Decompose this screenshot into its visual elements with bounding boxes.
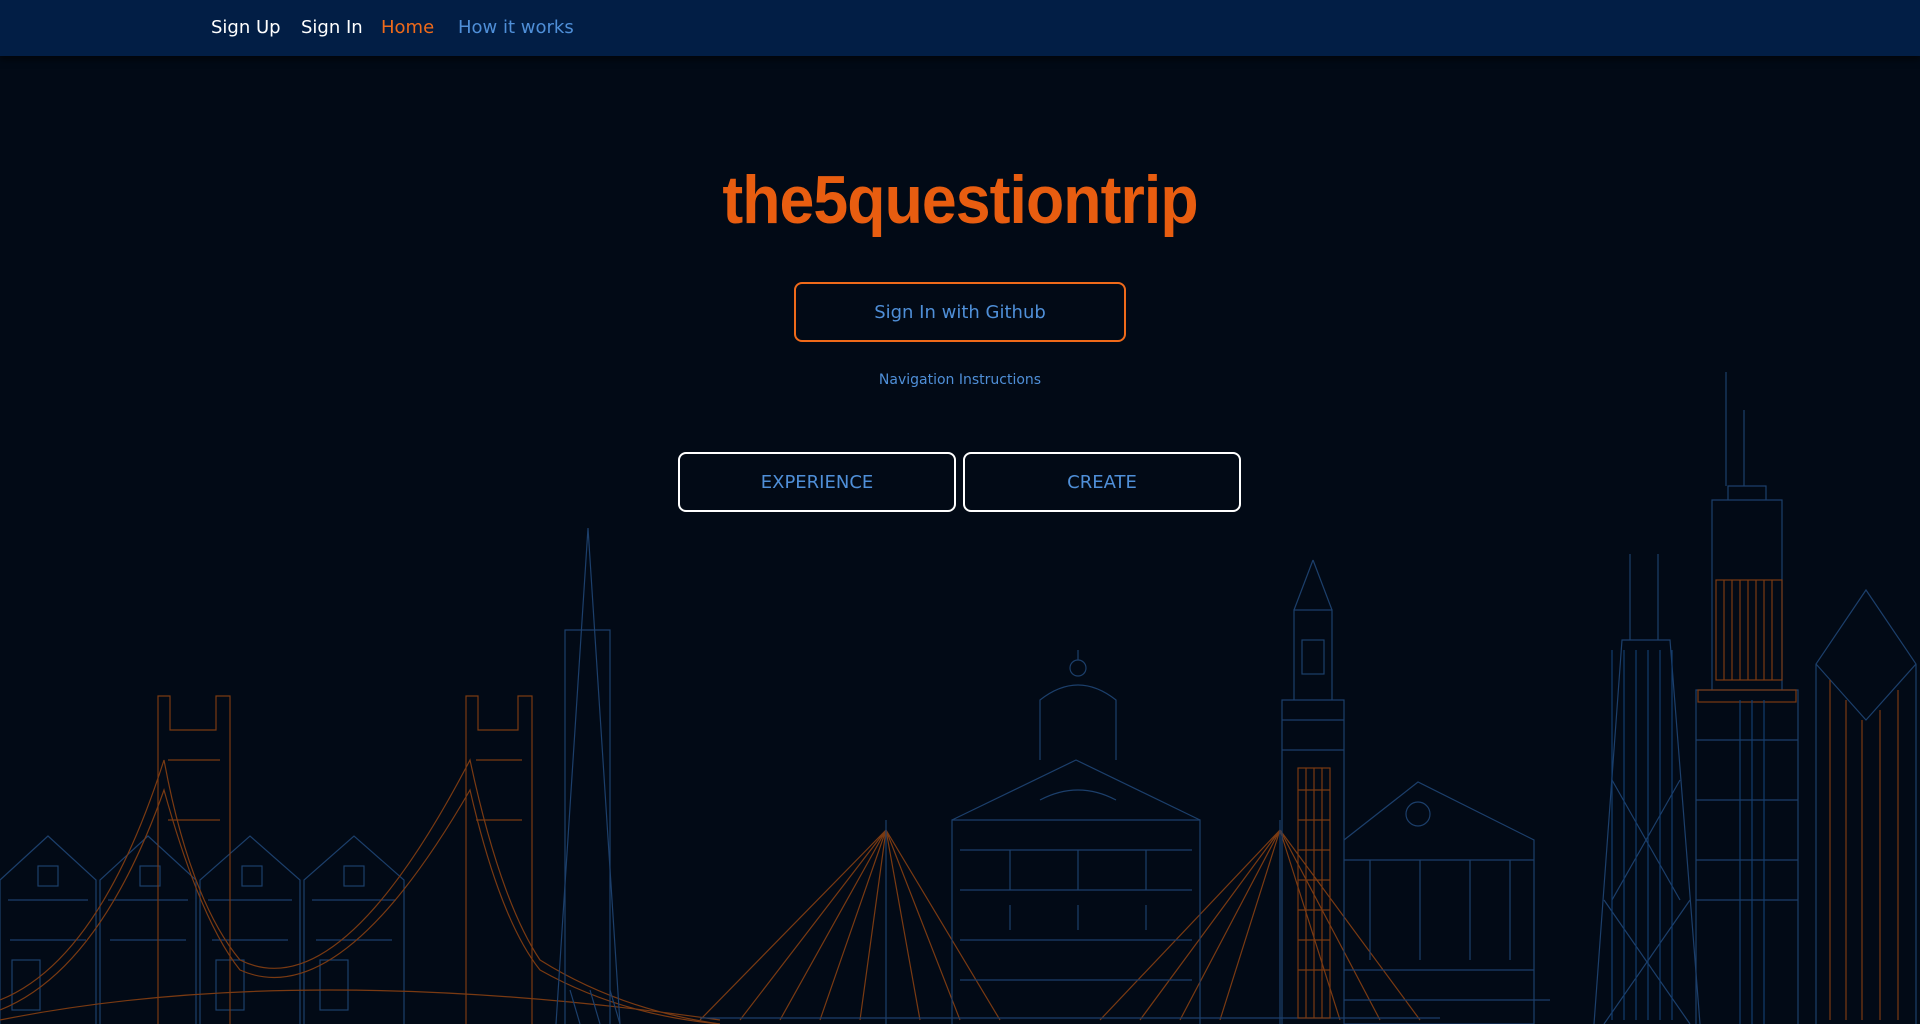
nav-sign-up-link[interactable]: Sign Up: [211, 16, 281, 40]
sign-in-with-github-button[interactable]: Sign In with Github: [794, 282, 1126, 342]
navigation-instructions-link[interactable]: Navigation Instructions: [0, 372, 1920, 388]
brand-title: the5questiontrip: [722, 162, 1198, 238]
nav-sign-in-link[interactable]: Sign In: [301, 16, 363, 40]
top-navbar: Sign Up Sign In Home How it works: [0, 0, 1920, 56]
experience-button[interactable]: EXPERIENCE: [678, 452, 956, 512]
nav-home-link[interactable]: Home: [381, 16, 434, 40]
nav-how-it-works-link[interactable]: How it works: [458, 16, 574, 40]
city-skyline-illustration: [0, 372, 1917, 1024]
create-button[interactable]: CREATE: [963, 452, 1241, 512]
